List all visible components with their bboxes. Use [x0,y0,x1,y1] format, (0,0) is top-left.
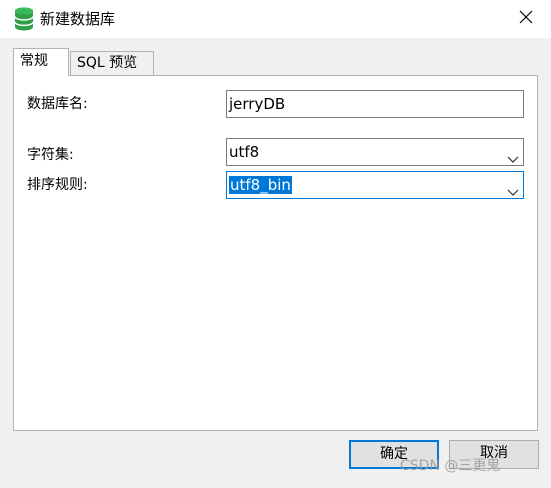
close-button[interactable] [511,4,541,34]
db-name-value: jerryDB [229,95,286,113]
collation-value: utf8_bin [229,176,292,194]
watermark: CSDN @三更鬼 [400,458,501,474]
chevron-down-icon [507,180,519,196]
db-name-input[interactable]: jerryDB [226,90,524,118]
tab-general[interactable]: 常规 [13,48,69,76]
collation-select[interactable]: utf8_bin [226,171,524,199]
window-title: 新建数据库 [40,10,116,28]
charset-select[interactable]: utf8 [226,138,524,166]
tab-sql-preview[interactable]: SQL 预览 [70,51,154,75]
chevron-down-icon [507,147,519,163]
database-icon [14,7,34,31]
collation-label: 排序规则: [27,177,88,193]
title-bar: 新建数据库 [0,0,551,38]
general-panel: 数据库名: jerryDB 字符集: utf8 排序规则: utf8_bin [13,75,538,431]
db-name-label: 数据库名: [27,96,88,112]
charset-label: 字符集: [27,147,74,163]
charset-value: utf8 [229,143,260,161]
close-icon [519,10,533,28]
